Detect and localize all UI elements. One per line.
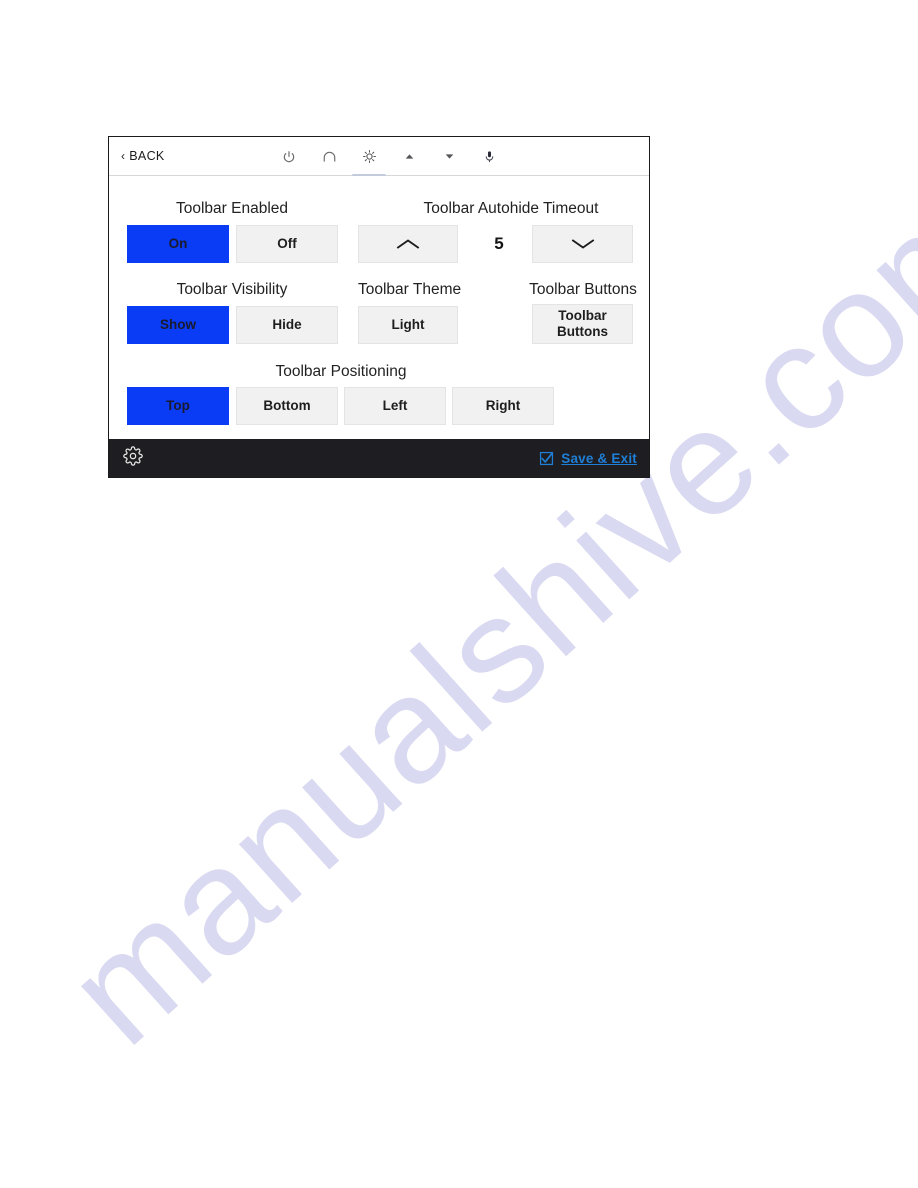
toolbar-visibility-label: Toolbar Visibility [176, 281, 288, 298]
autohide-timeout-decrease-button[interactable] [532, 225, 633, 263]
settings-body: Toolbar Enabled On Off Toolbar Autohide … [109, 176, 649, 440]
power-icon [282, 150, 296, 164]
toolbar-buttons-button[interactable]: Toolbar Buttons [532, 304, 633, 344]
save-and-exit-label: Save & Exit [561, 450, 637, 466]
toolbar-enabled-off-button[interactable]: Off [236, 225, 338, 263]
back-button[interactable]: ‹ BACK [121, 137, 165, 175]
toolbar-positioning-top-button[interactable]: Top [127, 387, 229, 425]
toolbar-enabled-on-button[interactable]: On [127, 225, 229, 263]
power-icon-button[interactable] [269, 137, 309, 176]
triangle-down-icon [443, 150, 456, 163]
back-button-label: BACK [129, 149, 165, 163]
device-screen: ‹ BACK Toolbar Enabled On Off Toolbar Au… [108, 136, 650, 478]
checked-checkbox-icon [539, 451, 554, 466]
bottom-bar: Save & Exit [109, 439, 649, 477]
brightness-icon-button[interactable] [349, 137, 389, 177]
save-and-exit-button[interactable]: Save & Exit [539, 451, 637, 466]
microphone-icon-button[interactable] [469, 137, 509, 176]
toolbar-positioning-bottom-button[interactable]: Bottom [236, 387, 338, 425]
chevron-up-icon [394, 236, 422, 252]
brightness-icon [362, 149, 377, 164]
toolbar-positioning-label: Toolbar Positioning [275, 363, 407, 380]
toolbar-theme-light-button[interactable]: Light [358, 306, 458, 344]
toolbar-buttons-button-line1: Toolbar [558, 308, 607, 324]
home-icon-button[interactable] [309, 137, 349, 176]
microphone-icon [483, 149, 496, 164]
nav-icon-group [269, 137, 509, 177]
autohide-timeout-value: 5 [494, 234, 504, 253]
toolbar-visibility-hide-button[interactable]: Hide [236, 306, 338, 344]
toolbar-theme-label: Toolbar Theme [358, 281, 462, 298]
toolbar-autohide-timeout-label: Toolbar Autohide Timeout [423, 200, 599, 217]
gear-icon [123, 445, 143, 471]
toolbar-buttons-button-line2: Buttons [557, 324, 608, 339]
home-icon [322, 150, 337, 164]
triangle-up-icon [403, 150, 416, 163]
toolbar-buttons-label: Toolbar Buttons [529, 281, 637, 298]
triangle-up-icon-button[interactable] [389, 137, 429, 176]
toolbar-visibility-show-button[interactable]: Show [127, 306, 229, 344]
settings-gear-button[interactable] [121, 445, 145, 471]
top-nav-bar: ‹ BACK [109, 137, 649, 177]
toolbar-positioning-left-button[interactable]: Left [344, 387, 446, 425]
triangle-down-icon-button[interactable] [429, 137, 469, 176]
autohide-timeout-increase-button[interactable] [358, 225, 458, 263]
chevron-down-icon [569, 236, 597, 252]
back-chevron-icon: ‹ [121, 149, 126, 163]
toolbar-positioning-right-button[interactable]: Right [452, 387, 554, 425]
toolbar-enabled-label: Toolbar Enabled [175, 200, 289, 217]
